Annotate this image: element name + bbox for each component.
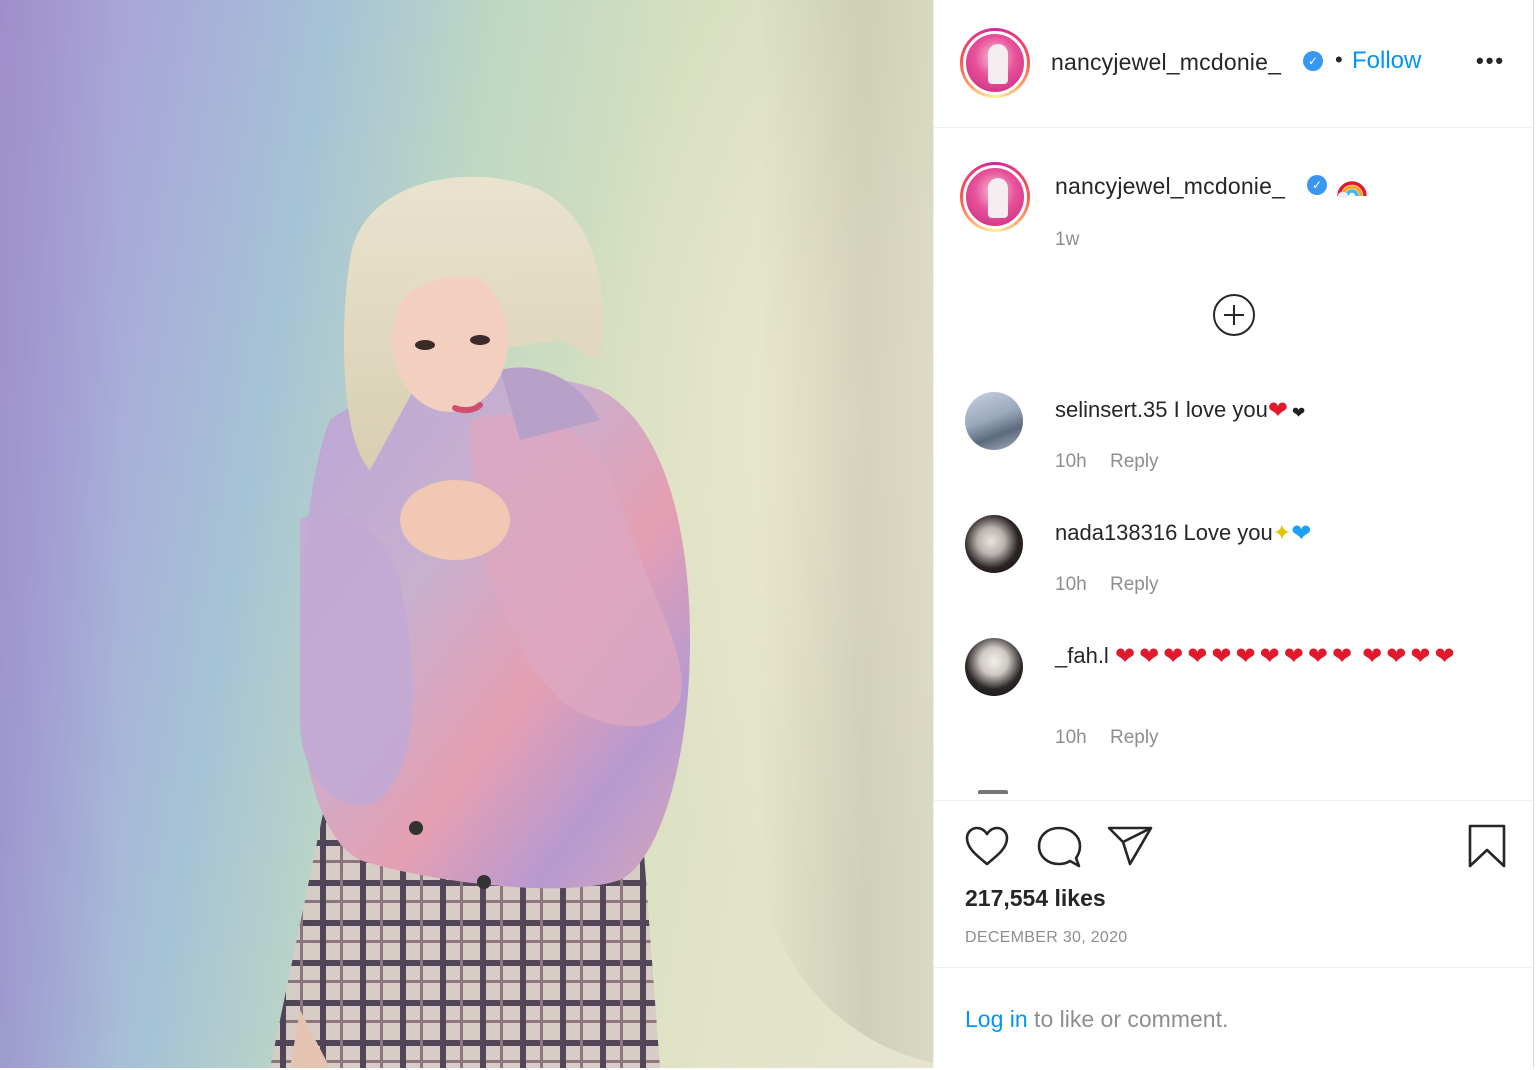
post-side-panel: nancyjewel_mcdonie_ ✓ • Follow ••• nancy… (933, 0, 1535, 1068)
rainbow-emoji-icon (1337, 181, 1367, 198)
caption-author-username[interactable]: nancyjewel_mcdonie_ (1055, 173, 1285, 200)
comment-body: I love you (1173, 397, 1268, 422)
comment-timestamp[interactable]: 10h (1055, 574, 1087, 595)
commenter-avatar[interactable] (965, 392, 1023, 450)
blue-heart-emoji-icon: ❤ (1291, 520, 1312, 547)
author-username[interactable]: nancyjewel_mcdonie_ (1051, 49, 1281, 76)
comment-text: nada138316 Love you✦❤ (1055, 517, 1495, 549)
reply-button[interactable]: Reply (1110, 727, 1159, 748)
comment-body: Love you (1183, 520, 1273, 545)
heart-emoji-icon: ❤ (1434, 643, 1455, 670)
heart-emoji-icon: ❤ (1331, 643, 1353, 670)
likes-count[interactable]: 217,554 likes (965, 885, 1106, 912)
black-heart-emoji-icon: ❤ (1291, 405, 1306, 422)
commenter-username[interactable]: _fah.l (1055, 643, 1109, 668)
login-link[interactable]: Log in (965, 1006, 1028, 1032)
heart-emoji-icon: ❤ (1163, 643, 1184, 670)
photo-subject (270, 176, 690, 1068)
comment-text: selinsert.35 I love you❤ ❤ (1055, 394, 1495, 426)
comment-meta: 10h Reply (1055, 451, 1159, 473)
comment-meta: 10h Reply (1055, 574, 1159, 596)
login-prompt-text: to like or comment. (1027, 1006, 1229, 1032)
heart-emoji-icon: ❤ (1283, 643, 1304, 670)
comment-timestamp[interactable]: 10h (1055, 451, 1087, 472)
sparkles-emoji-icon: ✦ (1272, 520, 1292, 545)
heart-emoji-icon: ❤ (1307, 643, 1328, 670)
like-heart-icon[interactable] (964, 825, 1010, 867)
post-date[interactable]: DECEMBER 30, 2020 (965, 929, 1128, 947)
login-prompt: Log in to like or comment. (965, 1006, 1228, 1033)
share-send-icon[interactable] (1106, 825, 1154, 867)
red-heart-emoji-icon: ❤ (1267, 397, 1288, 424)
caption-timestamp[interactable]: 1w (1055, 229, 1079, 251)
heart-emoji-icon: ❤ (1139, 643, 1160, 670)
heart-emoji-icon: ❤ (1386, 643, 1407, 670)
author-avatar[interactable] (960, 28, 1030, 98)
reply-button[interactable]: Reply (1110, 574, 1159, 595)
comment-bubble-icon[interactable] (1036, 825, 1082, 869)
comment-meta: 10h Reply (1055, 727, 1159, 749)
header-separator: • (1335, 47, 1343, 72)
heart-emoji-row: ❤ ❤ ❤ ❤ ❤ ❤ ❤ ❤ ❤ ❤ ❤ ❤ ❤ ❤ (1114, 643, 1459, 670)
verified-badge-icon: ✓ (1303, 51, 1323, 71)
commenter-username[interactable]: selinsert.35 (1055, 397, 1168, 422)
comment-timestamp[interactable]: 10h (1055, 727, 1087, 748)
heart-emoji-icon: ❤ (1259, 643, 1280, 670)
follow-button[interactable]: Follow (1352, 47, 1421, 75)
more-options-icon[interactable]: ••• (1476, 48, 1505, 74)
comment-text: _fah.l ❤ ❤ ❤ ❤ ❤ ❤ ❤ ❤ ❤ ❤ ❤ ❤ ❤ ❤ (1055, 640, 1495, 672)
heart-emoji-icon: ❤ (1114, 643, 1136, 670)
post-header: nancyjewel_mcdonie_ ✓ • Follow ••• (934, 0, 1535, 128)
next-comment-peek (978, 790, 1008, 794)
heart-emoji-icon: ❤ (1410, 643, 1431, 670)
heart-emoji-icon: ❤ (1362, 643, 1383, 670)
post-photo[interactable] (0, 0, 933, 1068)
commenter-username[interactable]: nada138316 (1055, 520, 1177, 545)
caption-verified-badge-icon: ✓ (1307, 175, 1327, 195)
reply-button[interactable]: Reply (1110, 451, 1159, 472)
heart-emoji-icon: ❤ (1235, 643, 1256, 670)
heart-emoji-icon: ❤ (1187, 643, 1208, 670)
save-bookmark-icon[interactable] (1467, 823, 1507, 869)
caption-author-avatar[interactable] (960, 162, 1030, 232)
heart-emoji-icon: ❤ (1211, 643, 1232, 670)
commenter-avatar[interactable] (965, 515, 1023, 573)
commenter-avatar[interactable] (965, 638, 1023, 696)
load-more-comments-icon[interactable] (1213, 294, 1255, 336)
